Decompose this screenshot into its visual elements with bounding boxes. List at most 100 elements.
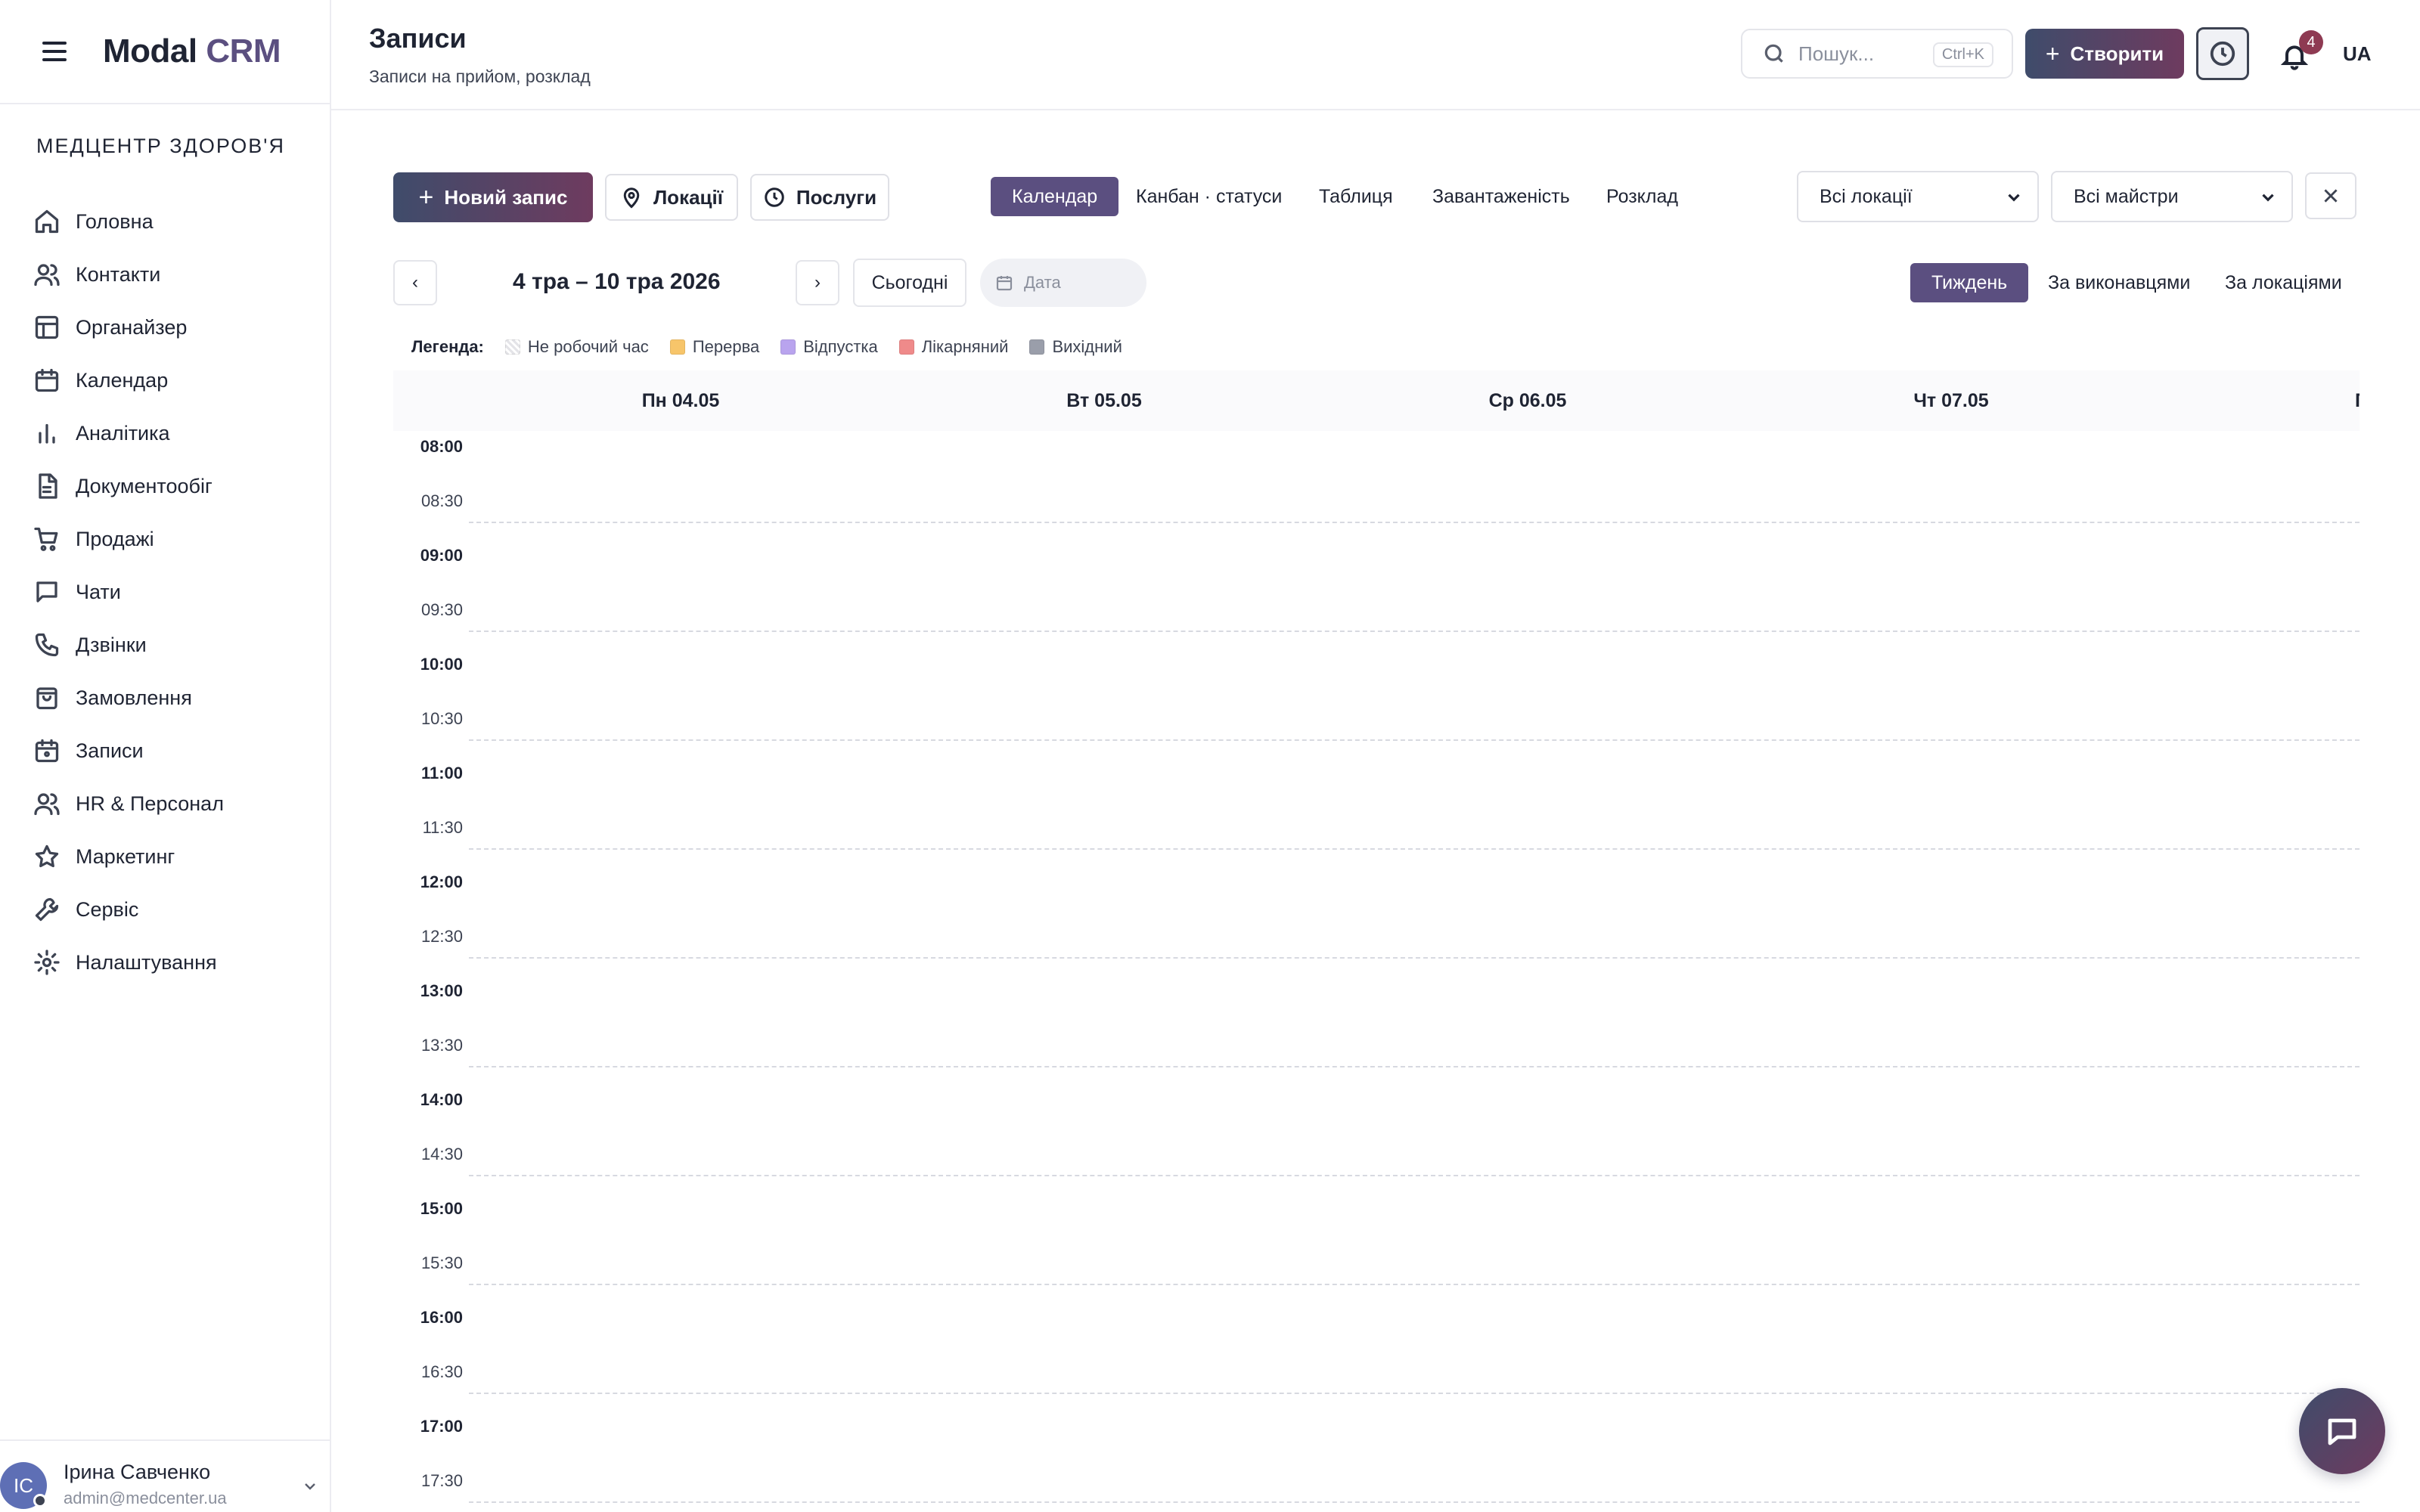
mode-week[interactable]: Тиждень (1910, 263, 2029, 302)
search-placeholder: Пошук... (1798, 42, 1875, 65)
sidebar-item-label: Органайзер (76, 315, 188, 339)
sidebar-item-label: Головна (76, 209, 154, 233)
services-button[interactable]: Послуги (750, 174, 889, 221)
legend-swatch (898, 339, 914, 355)
history-button[interactable] (2196, 27, 2249, 80)
new-record-label: Новий запис (444, 185, 568, 209)
time-slot-label: 17:30 (420, 1471, 463, 1490)
legend-swatch (669, 339, 685, 355)
chat-icon (33, 578, 60, 606)
layout-icon (33, 314, 60, 341)
hour-divider (469, 1066, 2360, 1067)
user-name: Ірина Савченко (64, 1460, 211, 1483)
tab-workload[interactable]: Завантаженість (1411, 177, 1591, 216)
tab-schedule[interactable]: Розклад (1585, 177, 1699, 216)
calendar-icon (33, 367, 60, 394)
master-filter-select[interactable]: Всі майстри (2051, 171, 2293, 222)
time-slot-label: 10:00 (420, 655, 463, 674)
time-slot-label: 08:00 (420, 437, 463, 456)
sidebar-item-label: HR & Персонал (76, 792, 224, 815)
create-label: Створити (2070, 42, 2164, 65)
search-shortcut: Ctrl+K (1932, 42, 1993, 67)
tab-table[interactable]: Таблиця (1298, 177, 1414, 216)
sidebar-item-calls[interactable]: Дзвінки (33, 618, 330, 671)
sidebar-header: Modal CRM (0, 0, 330, 104)
sidebar-item-label: Документообіг (76, 474, 213, 497)
clear-filters-button[interactable] (2305, 172, 2356, 219)
today-button[interactable]: Сьогодні (853, 259, 966, 307)
time-slot-label: 09:00 (420, 546, 463, 565)
home-icon (33, 208, 60, 235)
chevron-down-icon (2008, 194, 2020, 202)
location-filter-select[interactable]: Всі локації (1797, 171, 2039, 222)
time-slot-label: 12:00 (420, 872, 463, 891)
day-header-wed[interactable]: Ср 06.05 (1489, 390, 1567, 412)
day-header-thu[interactable]: Чт 07.05 (1913, 390, 1988, 412)
new-record-button[interactable]: + Новий запис (393, 172, 593, 222)
document-icon (33, 472, 60, 500)
sidebar-item-documents[interactable]: Документообіг (33, 460, 330, 513)
create-button[interactable]: + Створити (2025, 29, 2184, 79)
sidebar-item-home[interactable]: Головна (33, 195, 330, 248)
time-slot-label: 14:30 (420, 1145, 463, 1163)
next-week-button[interactable]: › (796, 260, 839, 305)
sidebar-item-calendar[interactable]: Календар (33, 354, 330, 407)
user-profile[interactable]: IC Ірина Савченко admin@medcenter.ua (0, 1439, 330, 1512)
legend-item-sick-leave: Лікарняний (898, 337, 1008, 357)
time-slot-label: 11:00 (420, 764, 463, 782)
chat-fab-button[interactable] (2299, 1388, 2385, 1474)
date-range: 4 тра – 10 тра 2026 (513, 269, 721, 294)
close-icon (2324, 189, 2338, 203)
sidebar-item-label: Контакти (76, 262, 161, 286)
language-switcher[interactable]: UA (2343, 42, 2372, 66)
sidebar-item-analytics[interactable]: Аналітика (33, 407, 330, 460)
gear-icon (33, 949, 60, 976)
search-input[interactable]: Пошук... Ctrl+K (1741, 29, 2013, 79)
calendar-check-icon (33, 737, 60, 764)
sidebar-item-records[interactable]: Записи (33, 724, 330, 777)
hour-divider (469, 739, 2360, 741)
shopping-bag-icon (33, 684, 60, 711)
legend-label: Не робочий час (527, 337, 649, 356)
bar-chart-icon (33, 420, 60, 447)
sidebar-item-orders[interactable]: Замовлення (33, 671, 330, 724)
prev-week-button[interactable]: ‹ (393, 260, 437, 305)
time-slot-label: 13:00 (420, 981, 463, 1000)
locations-button[interactable]: Локації (605, 174, 738, 221)
sidebar-item-chats[interactable]: Чати (33, 565, 330, 618)
sidebar-item-sales[interactable]: Продажі (33, 513, 330, 565)
plus-icon: + (418, 182, 434, 212)
hour-divider (469, 522, 2360, 523)
search-icon (1764, 44, 1783, 63)
top-header: Записи Записи на прийом, розклад Пошук..… (331, 0, 2420, 110)
sidebar-item-label: Налаштування (76, 950, 217, 974)
mode-by-locations[interactable]: За локаціями (2204, 263, 2363, 302)
menu-icon[interactable] (42, 36, 73, 67)
sidebar-nav: Головна Контакти Органайзер Календар Ана… (0, 195, 330, 989)
date-picker-input[interactable]: Дата (980, 259, 1146, 307)
locations-label: Локації (653, 185, 724, 209)
sidebar-item-organizer[interactable]: Органайзер (33, 301, 330, 354)
sidebar-item-service[interactable]: Сервіс (33, 883, 330, 936)
logo[interactable]: Modal CRM (103, 33, 281, 70)
legend-swatch (504, 339, 520, 355)
day-header-fri[interactable]: Пт (2355, 390, 2360, 412)
chevron-down-icon (2262, 194, 2274, 202)
legend-swatch (780, 339, 796, 355)
day-header-mon[interactable]: Пн 04.05 (642, 390, 720, 412)
avatar-initials: IC (14, 1473, 33, 1497)
sidebar-item-settings[interactable]: Налаштування (33, 936, 330, 989)
mode-by-performers[interactable]: За виконавцями (2027, 263, 2211, 302)
tab-kanban[interactable]: Канбан · статуси (1115, 177, 1303, 216)
time-slot-label: 15:00 (420, 1199, 463, 1218)
star-icon (33, 843, 60, 870)
sidebar-item-hr[interactable]: HR & Персонал (33, 777, 330, 830)
notifications-button[interactable]: 4 (2272, 30, 2323, 79)
chevron-down-icon[interactable] (301, 1477, 319, 1495)
day-header-tue[interactable]: Вт 05.05 (1066, 390, 1141, 412)
sidebar-item-marketing[interactable]: Маркетинг (33, 830, 330, 883)
date-placeholder: Дата (1024, 273, 1061, 292)
legend: Легенда: Не робочий час Перерва Відпустк… (411, 337, 1143, 357)
tab-calendar[interactable]: Календар (991, 177, 1119, 216)
sidebar-item-contacts[interactable]: Контакти (33, 248, 330, 301)
